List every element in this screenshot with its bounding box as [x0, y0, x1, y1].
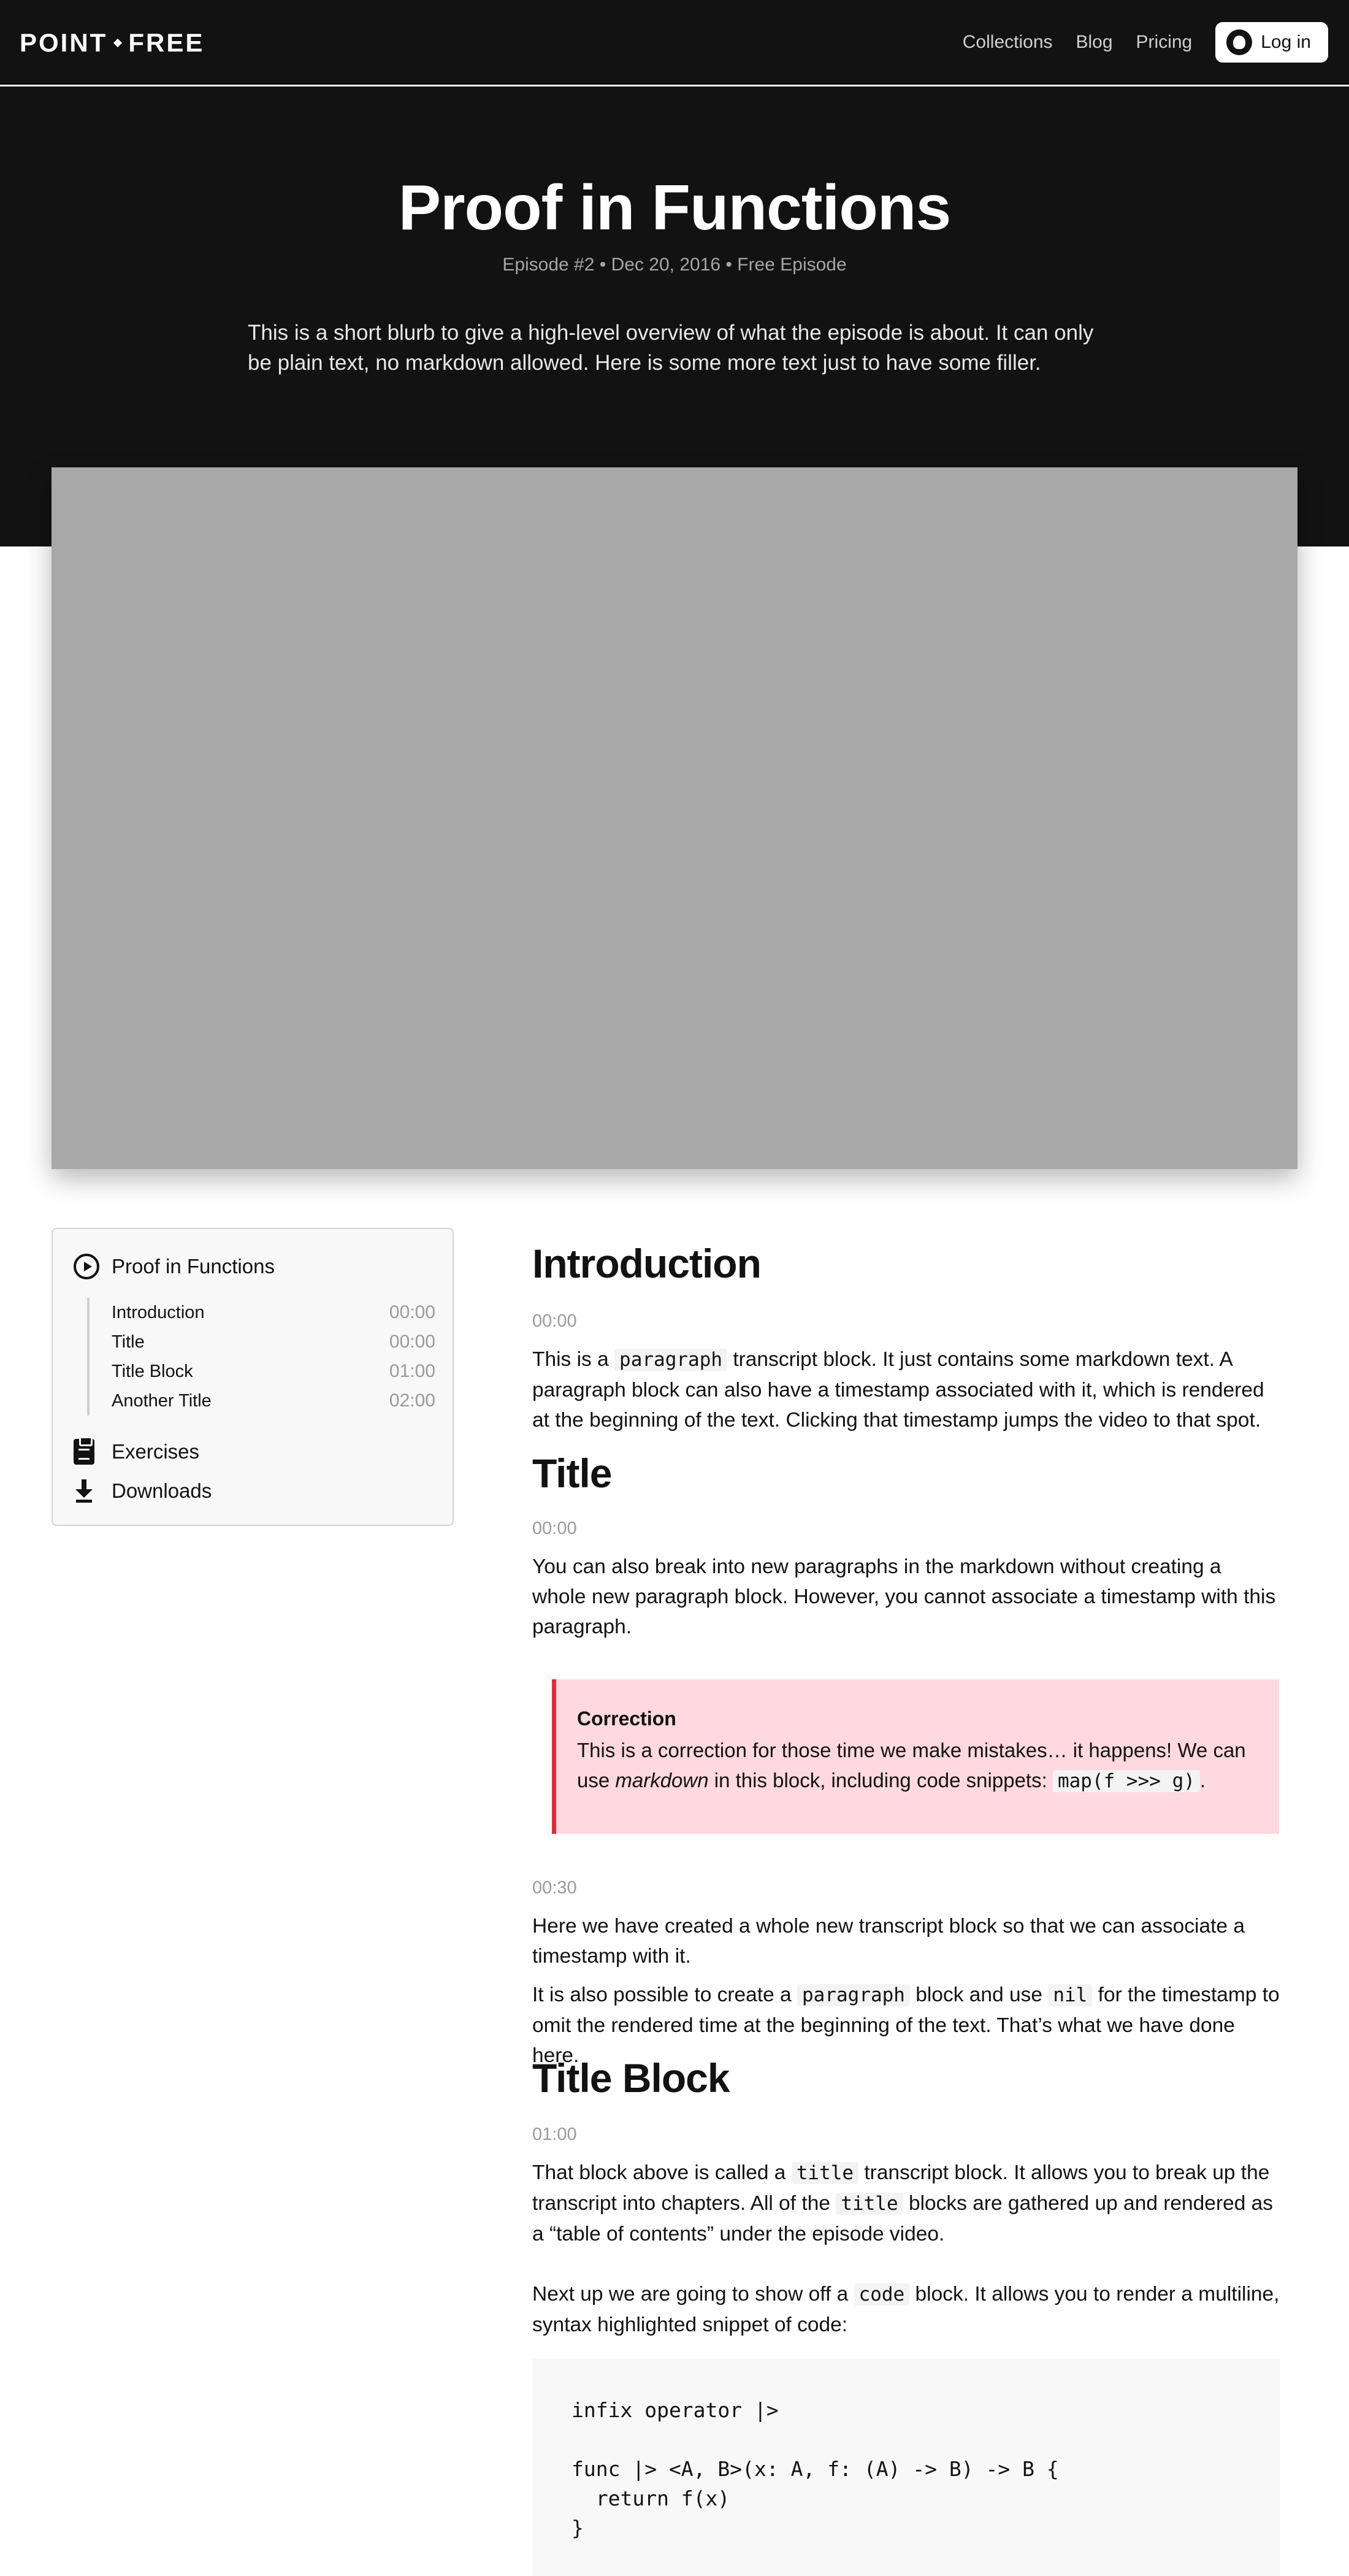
toc-downloads-label: Downloads	[112, 1479, 212, 1502]
nav-links: Collections Blog Pricing Log in	[963, 22, 1328, 63]
inline-code: title	[791, 2162, 859, 2184]
inline-code: code	[854, 2283, 910, 2306]
toc-exercises[interactable]: Exercises	[74, 1436, 200, 1465]
login-button[interactable]: Log in	[1215, 22, 1328, 63]
logo-text-left: POINT	[20, 28, 108, 57]
transcript-paragraph: This is a paragraph transcript block. It…	[532, 1344, 1280, 1435]
toc-episode[interactable]: Proof in Functions	[74, 1254, 275, 1279]
text-run: It is also possible to create a	[532, 1984, 797, 2006]
toc-downloads[interactable]: Downloads	[74, 1478, 212, 1504]
logo[interactable]: POINT FREE	[20, 28, 204, 58]
transcript-paragraph: Next up we are going to show off a code …	[532, 2279, 1280, 2340]
timestamp-link[interactable]: 00:00	[532, 1311, 1280, 1332]
clipboard-icon	[74, 1436, 94, 1465]
inline-code: nil	[1048, 1984, 1093, 2006]
transcript-paragraph: Here we have created a whole new transcr…	[532, 1915, 1245, 1968]
text-run: in this block, including code snippets:	[708, 1769, 1053, 1792]
text-run: block and use	[909, 1984, 1049, 2006]
toc-chapter-title: Another Title	[112, 1390, 212, 1411]
toc-chapter-list: Introduction 00:00 Title 00:00 Title Blo…	[87, 1298, 435, 1416]
episode-title: Proof in Functions	[398, 172, 952, 243]
login-label: Log in	[1261, 32, 1311, 52]
logo-dot-icon	[113, 38, 123, 48]
text-run: This is a	[532, 1348, 615, 1371]
toc-exercises-label: Exercises	[112, 1440, 200, 1463]
toc-chapter-time: 02:00	[389, 1390, 435, 1411]
transcript-paragraph: You can also break into new paragraphs i…	[532, 1555, 1276, 1638]
episode-blurb: This is a short blurb to give a high-lev…	[248, 321, 1094, 375]
nav-link-blog[interactable]: Blog	[1076, 32, 1113, 53]
section-heading-title-block: Title Block	[532, 2055, 730, 2101]
top-nav: POINT FREE Collections Blog Pricing Log …	[0, 0, 1349, 85]
text-run: That block above is called a	[532, 2161, 792, 2184]
timestamp-link[interactable]: 01:00	[532, 2125, 1280, 2145]
code-block: infix operator |> func |> <A, B>(x: A, f…	[532, 2359, 1280, 2576]
toc-chapter-time: 01:00	[389, 1361, 435, 1381]
toc-chapter-time: 00:00	[389, 1332, 435, 1352]
logo-text-right: FREE	[128, 28, 205, 57]
inline-code: paragraph	[797, 1984, 910, 2006]
section-heading-title: Title	[532, 1451, 612, 1496]
inline-code: paragraph	[614, 1349, 728, 1371]
toc-chapter[interactable]: Title 00:00	[112, 1327, 435, 1357]
toc-chapter[interactable]: Another Title 02:00	[112, 1386, 435, 1416]
correction-body: This is a correction for those time we m…	[577, 1735, 1258, 1796]
toc-episode-title: Proof in Functions	[112, 1255, 275, 1278]
timestamp-link[interactable]: 00:30	[532, 1878, 1280, 1898]
github-icon	[1226, 29, 1253, 55]
text-run: Next up we are going to show off a	[532, 2283, 854, 2306]
section-heading-introduction: Introduction	[532, 1241, 762, 1286]
nav-link-collections[interactable]: Collections	[963, 32, 1053, 53]
text-run: .	[1199, 1769, 1206, 1792]
transcript-paragraph: That block above is called a title trans…	[532, 2158, 1280, 2249]
episode-meta: Episode #2 • Dec 20, 2016 • Free Episode	[502, 255, 847, 275]
video-player[interactable]	[52, 467, 1297, 1169]
toc-chapter[interactable]: Title Block 01:00	[112, 1357, 435, 1386]
toc-chapter-title: Introduction	[112, 1302, 205, 1322]
toc-chapter-title: Title Block	[112, 1361, 193, 1381]
download-icon	[74, 1478, 94, 1504]
nav-link-pricing[interactable]: Pricing	[1136, 32, 1193, 53]
timestamp-link[interactable]: 00:00	[532, 1519, 1280, 1539]
emphasis: markdown	[615, 1769, 709, 1792]
correction-callout: Correction This is a correction for thos…	[552, 1679, 1279, 1834]
play-circle-icon	[74, 1254, 99, 1279]
toc-chapter[interactable]: Introduction 00:00	[112, 1298, 435, 1327]
table-of-contents: Proof in Functions Introduction 00:00 Ti…	[52, 1228, 454, 1526]
correction-title: Correction	[577, 1708, 676, 1730]
toc-chapter-time: 00:00	[389, 1302, 435, 1322]
toc-chapter-title: Title	[112, 1332, 145, 1352]
inline-code: title	[836, 2193, 903, 2215]
inline-code: map(f >>> g)	[1052, 1770, 1200, 1792]
